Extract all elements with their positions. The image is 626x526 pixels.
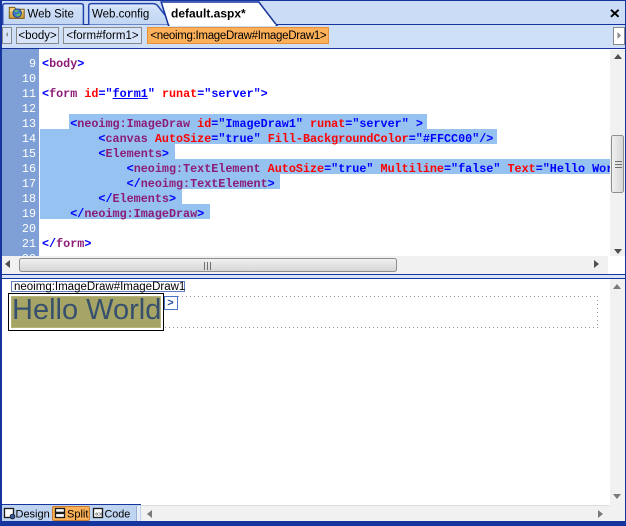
svg-text:Web.config: Web.config: [92, 9, 149, 21]
svg-text:Split: Split: [67, 509, 88, 521]
svg-text:Design: Design: [16, 509, 50, 521]
svg-text:«»: «»: [95, 511, 103, 518]
svg-text:Code: Code: [105, 509, 131, 521]
svg-text:default.aspx*: default.aspx*: [171, 7, 246, 21]
svg-text:Web Site: Web Site: [28, 9, 74, 21]
